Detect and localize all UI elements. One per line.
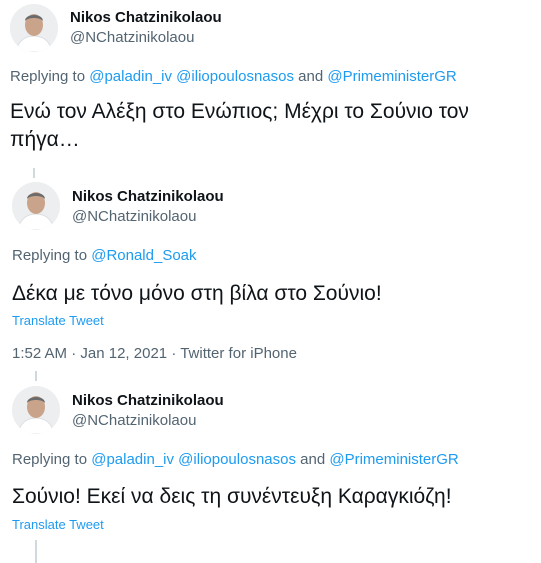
author-name[interactable]: Nikos Chatzinikolaou: [72, 392, 224, 409]
mention-iliopoulosnasos[interactable]: @iliopoulosnasos: [176, 68, 294, 85]
thread-line: [33, 168, 35, 178]
meta-separator: ·: [71, 345, 77, 362]
thread-line: [35, 371, 37, 381]
mention-joiner: and: [298, 68, 324, 85]
author-handle[interactable]: @NChatzinikolaou: [72, 412, 196, 429]
tweet-time[interactable]: 1:52 AM: [12, 345, 67, 362]
replying-to: Replying to @paladin_iv @iliopoulosnasos…: [12, 451, 459, 468]
mention-paladin-iv[interactable]: @paladin_iv: [89, 68, 172, 85]
translate-tweet-link[interactable]: Translate Tweet: [12, 313, 104, 328]
author-name[interactable]: Nikos Chatzinikolaou: [72, 188, 224, 205]
author-handle[interactable]: @NChatzinikolaou: [70, 29, 194, 46]
thread-line: [35, 540, 37, 563]
mention-primeministergr[interactable]: @PrimeministerGR: [329, 451, 458, 468]
tweet-text: Ενώ τον Αλέξη στο Ενώπιος; Μέχρι το Σούν…: [10, 100, 469, 151]
tweet-text: Δέκα με τόνο μόνο στη βίλα στο Σούνιο!: [12, 282, 382, 305]
avatar[interactable]: [12, 182, 60, 230]
tweet-date[interactable]: Jan 12, 2021: [80, 345, 167, 362]
tweet-meta: 1:52 AM · Jan 12, 2021 · Twitter for iPh…: [12, 345, 297, 362]
mention-primeministergr[interactable]: @PrimeministerGR: [327, 68, 456, 85]
mention-joiner: and: [300, 451, 326, 468]
replying-to-label: Replying to: [12, 451, 88, 468]
replying-to-label: Replying to: [12, 247, 88, 264]
mention-ronald-soak[interactable]: @Ronald_Soak: [91, 247, 196, 264]
avatar[interactable]: [12, 386, 60, 434]
replying-to: Replying to @Ronald_Soak: [12, 247, 197, 264]
translate-tweet-link[interactable]: Translate Tweet: [12, 517, 104, 532]
avatar[interactable]: [10, 4, 58, 52]
mention-paladin-iv[interactable]: @paladin_iv: [91, 451, 174, 468]
tweet-text: Σούνιο! Εκεί να δεις τη συνέντευξη Καραγ…: [12, 485, 452, 508]
replying-to: Replying to @paladin_iv @iliopoulosnasos…: [10, 68, 457, 85]
tweet-source[interactable]: Twitter for iPhone: [180, 345, 297, 362]
author-handle[interactable]: @NChatzinikolaou: [72, 208, 196, 225]
author-name[interactable]: Nikos Chatzinikolaou: [70, 9, 222, 26]
replying-to-label: Replying to: [10, 68, 86, 85]
meta-separator: ·: [171, 345, 177, 362]
mention-iliopoulosnasos[interactable]: @iliopoulosnasos: [178, 451, 296, 468]
